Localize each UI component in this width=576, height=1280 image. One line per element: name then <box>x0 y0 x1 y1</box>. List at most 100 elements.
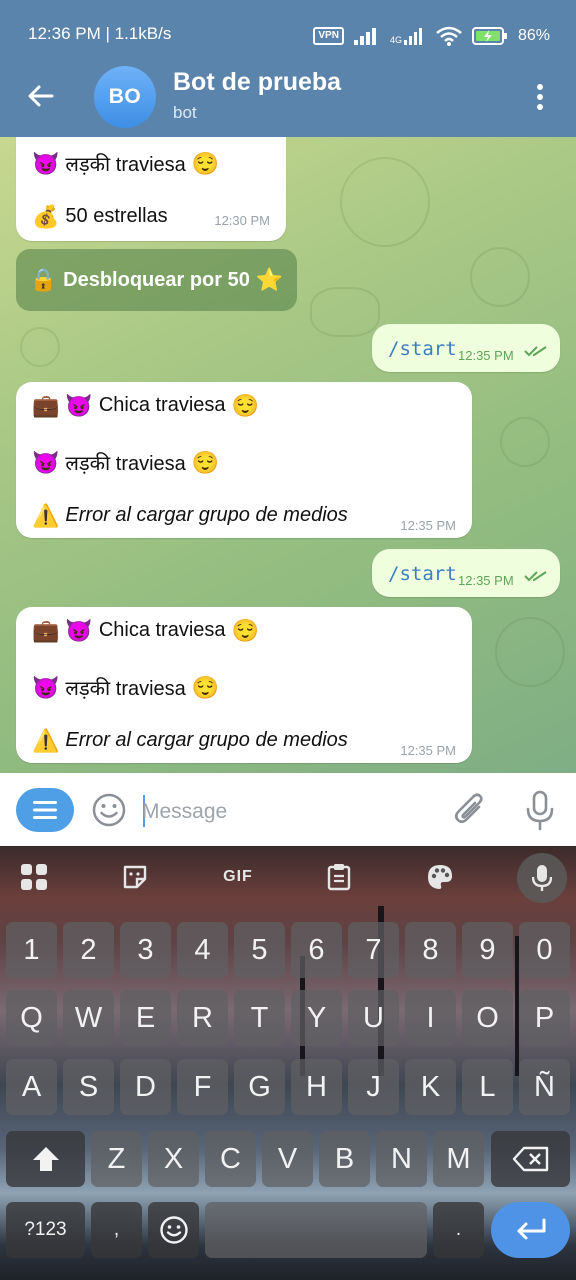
key-v[interactable]: V <box>262 1131 313 1187</box>
key-y[interactable]: Y <box>291 990 342 1046</box>
wifi-icon <box>436 26 462 46</box>
key-a[interactable]: A <box>6 1059 57 1115</box>
outgoing-message[interactable]: /start 12:35 PM <box>372 324 560 372</box>
key-u[interactable]: U <box>348 990 399 1046</box>
double-check-icon <box>524 571 547 582</box>
key-3[interactable]: 3 <box>120 922 171 978</box>
double-check-icon <box>524 346 547 357</box>
outgoing-message[interactable]: /start 12:35 PM <box>372 549 560 597</box>
microphone-icon <box>532 865 552 891</box>
wallpaper-doodle <box>495 617 565 687</box>
key-9[interactable]: 9 <box>462 922 513 978</box>
relieved-emoji-icon: 😌 <box>191 674 220 700</box>
vpn-icon: VPN <box>313 27 344 45</box>
key-6[interactable]: 6 <box>291 922 342 978</box>
key-w[interactable]: W <box>63 990 114 1046</box>
sticker-button[interactable] <box>118 860 152 894</box>
smiley-icon <box>159 1216 188 1244</box>
key-l[interactable]: L <box>462 1059 513 1115</box>
emoji-key[interactable] <box>148 1202 199 1258</box>
key-f[interactable]: F <box>177 1059 228 1115</box>
chat-title[interactable]: Bot de prueba <box>173 68 341 97</box>
theme-button[interactable] <box>423 860 457 894</box>
key-g[interactable]: G <box>234 1059 285 1115</box>
key-z[interactable]: Z <box>91 1131 142 1187</box>
message-list[interactable]: 😈 लड़की traviesa 😌 💰 50 estrellas 12:30 … <box>0 137 576 773</box>
key-r[interactable]: R <box>177 990 228 1046</box>
key-8[interactable]: 8 <box>405 922 456 978</box>
key-n-tilde[interactable]: Ñ <box>519 1059 570 1115</box>
battery-icon <box>471 27 507 45</box>
key-e[interactable]: E <box>120 990 171 1046</box>
space-key[interactable] <box>205 1202 427 1258</box>
message-time: 12:35 PM <box>458 573 514 588</box>
shift-key[interactable] <box>6 1131 85 1187</box>
apps-grid-button[interactable] <box>17 860 51 894</box>
key-h[interactable]: H <box>291 1059 342 1115</box>
incoming-message[interactable]: 😈 लड़की traviesa 😌 💰 50 estrellas 12:30 … <box>16 137 286 241</box>
key-j[interactable]: J <box>348 1059 399 1115</box>
warning-emoji-icon: ⚠️ <box>32 727 60 753</box>
key-k[interactable]: K <box>405 1059 456 1115</box>
key-2[interactable]: 2 <box>63 922 114 978</box>
key-4[interactable]: 4 <box>177 922 228 978</box>
attach-button[interactable] <box>452 791 488 829</box>
devil-emoji-icon: 😈 <box>32 674 60 700</box>
message-line: ⚠️ Error al cargar grupo de medios <box>32 727 348 753</box>
incoming-message[interactable]: 💼 😈 Chica traviesa 😌 😈 लड़की traviesa 😌 … <box>16 382 472 538</box>
signal-4g-icon: 4G <box>390 27 426 45</box>
keyboard-toolbar: GIF <box>0 846 576 908</box>
key-5[interactable]: 5 <box>234 922 285 978</box>
devil-emoji-icon: 😈 <box>65 392 93 418</box>
message-input[interactable] <box>142 795 432 829</box>
devil-emoji-icon: 😈 <box>65 617 93 643</box>
key-m[interactable]: M <box>433 1131 484 1187</box>
backspace-key[interactable] <box>491 1131 570 1187</box>
key-b[interactable]: B <box>319 1131 370 1187</box>
star-emoji-icon: ⭐ <box>255 267 284 292</box>
key-x[interactable]: X <box>148 1131 199 1187</box>
message-line: 💼 😈 Chica traviesa 😌 <box>32 392 259 418</box>
status-icons: VPN 4G 86% <box>313 22 550 50</box>
incoming-message[interactable]: 💼 😈 Chica traviesa 😌 😈 लड़की traviesa 😌 … <box>16 607 472 763</box>
key-q[interactable]: Q <box>6 990 57 1046</box>
message-time: 12:35 PM <box>400 518 456 533</box>
wallpaper-doodle <box>470 247 530 307</box>
emoji-button[interactable] <box>90 791 128 829</box>
avatar[interactable]: BO <box>94 66 156 128</box>
key-i[interactable]: I <box>405 990 456 1046</box>
relieved-emoji-icon: 😌 <box>231 392 259 418</box>
clipboard-button[interactable] <box>322 860 356 894</box>
unlock-button[interactable]: 🔒 Desbloquear por 50 ⭐ <box>16 249 297 311</box>
key-t[interactable]: T <box>234 990 285 1046</box>
voice-typing-button[interactable] <box>517 853 567 903</box>
comma-key[interactable]: , <box>91 1202 142 1258</box>
key-1[interactable]: 1 <box>6 922 57 978</box>
chat-subtitle: bot <box>173 103 197 122</box>
voice-record-button[interactable] <box>524 789 556 831</box>
message-line: 😈 लड़की traviesa 😌 <box>32 150 220 176</box>
back-button[interactable] <box>22 78 58 114</box>
wallpaper-doodle <box>340 157 430 247</box>
key-d[interactable]: D <box>120 1059 171 1115</box>
key-7[interactable]: 7 <box>348 922 399 978</box>
enter-key[interactable] <box>491 1202 570 1258</box>
chat-header: 12:36 PM | 1.1kB/s VPN 4G 86% BO Bot de … <box>0 0 576 137</box>
warning-emoji-icon: ⚠️ <box>32 502 60 528</box>
message-line: ⚠️ Error al cargar grupo de medios <box>32 502 348 528</box>
more-options-button[interactable] <box>528 80 552 114</box>
lock-emoji-icon: 🔒 <box>29 267 58 292</box>
key-s[interactable]: S <box>63 1059 114 1115</box>
period-key[interactable]: . <box>433 1202 484 1258</box>
key-p[interactable]: P <box>519 990 570 1046</box>
gif-button[interactable]: GIF <box>220 860 256 894</box>
key-c[interactable]: C <box>205 1131 256 1187</box>
grid-icon <box>21 864 47 890</box>
bot-menu-button[interactable] <box>16 788 74 832</box>
key-0[interactable]: 0 <box>519 922 570 978</box>
symbols-key[interactable]: ?123 <box>6 1202 85 1258</box>
command-link[interactable]: /start <box>388 563 457 585</box>
key-n[interactable]: N <box>376 1131 427 1187</box>
command-link[interactable]: /start <box>388 338 457 360</box>
key-o[interactable]: O <box>462 990 513 1046</box>
